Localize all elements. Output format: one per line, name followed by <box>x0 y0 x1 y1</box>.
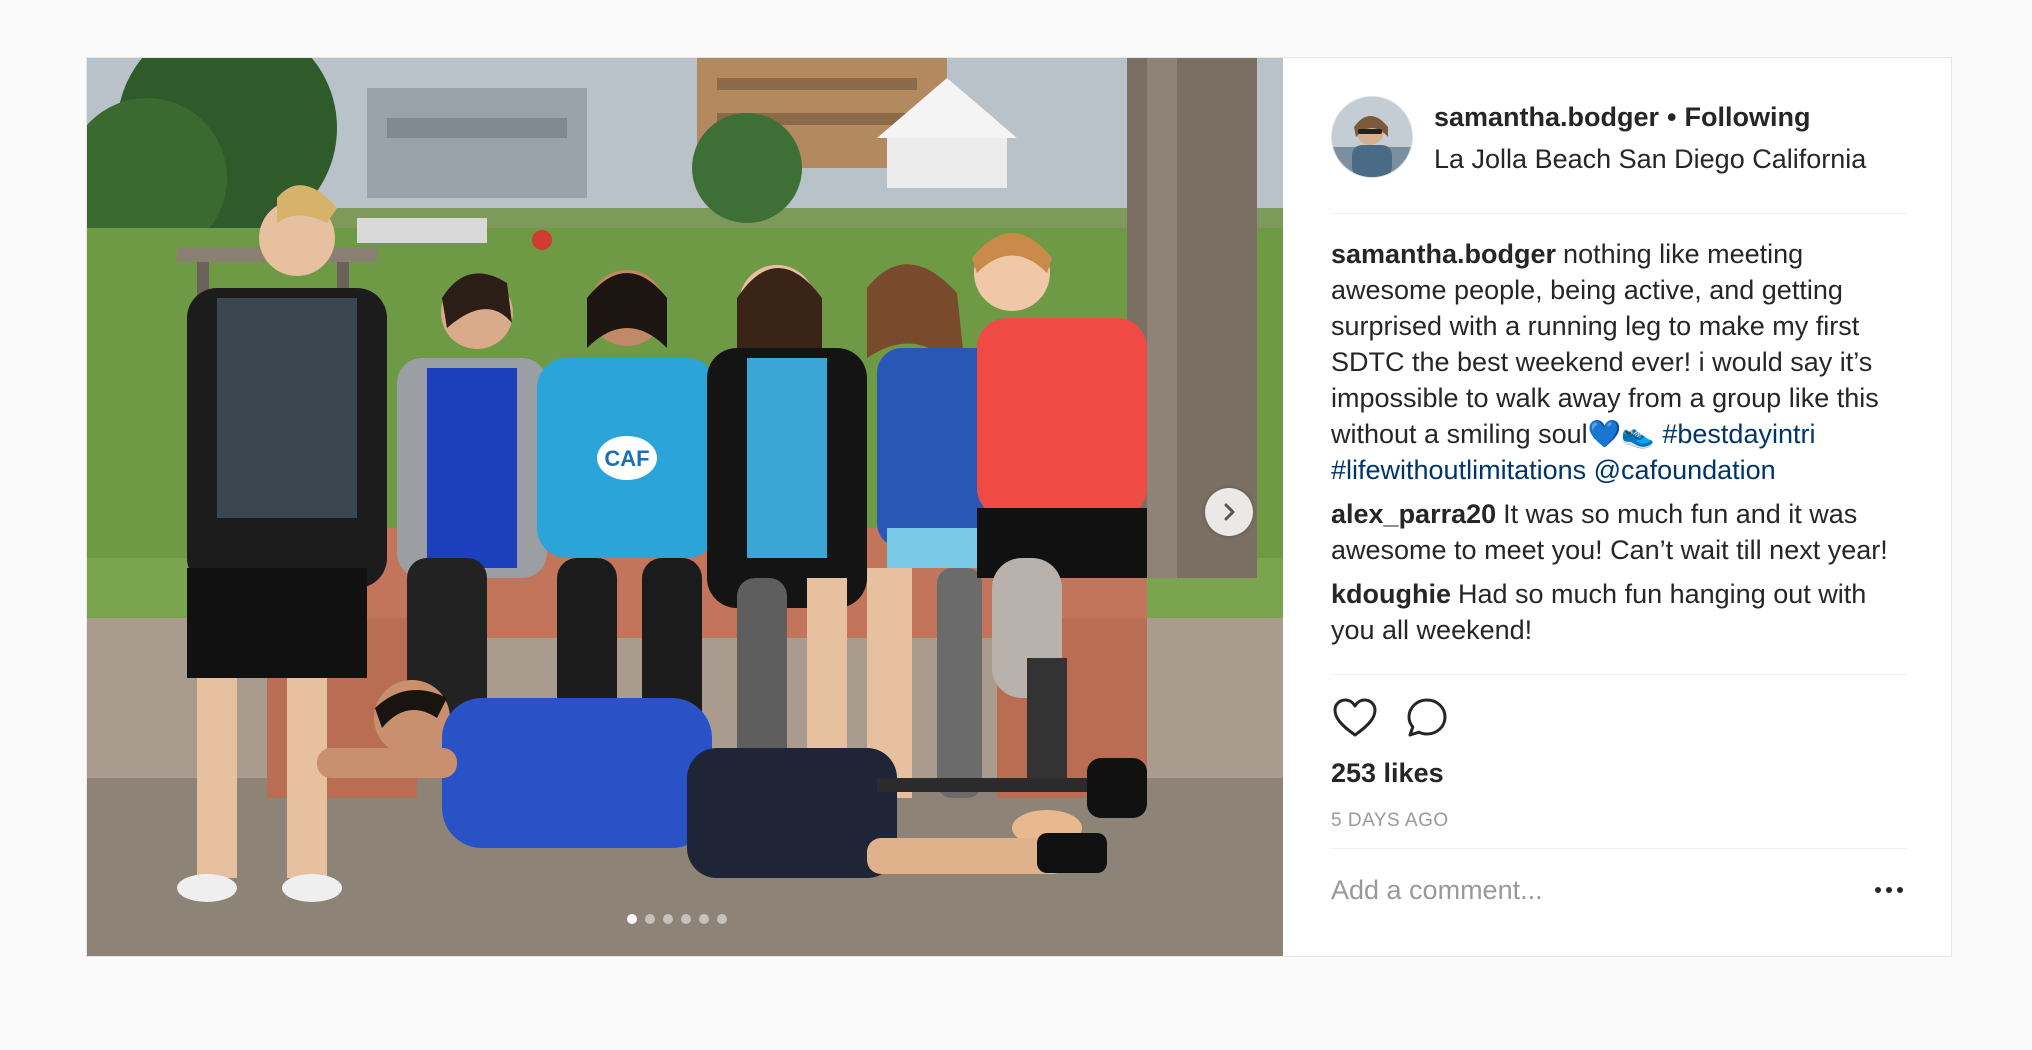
carousel-indicator <box>627 914 727 924</box>
carousel-dot <box>681 914 691 924</box>
ellipsis-dot <box>1886 887 1892 893</box>
avatar[interactable] <box>1331 96 1413 178</box>
comments-list[interactable]: samantha.bodger nothing like meeting awes… <box>1331 236 1907 674</box>
caption: samantha.bodger nothing like meeting awes… <box>1331 236 1907 488</box>
carousel-dot <box>717 914 727 924</box>
post-actions <box>1331 694 1451 746</box>
comments-divider <box>1331 674 1907 675</box>
hashtag-link[interactable]: #bestdayintri <box>1662 419 1815 449</box>
group-photo-illustration: CAF <box>87 58 1283 956</box>
likes-count[interactable]: 253 likes <box>1331 758 1444 789</box>
comment: kdoughie Had so much fun hanging out with… <box>1331 576 1907 648</box>
comment-text: nothing like meeting awesome people, bei… <box>1331 239 1879 449</box>
ellipsis-dot <box>1897 887 1903 893</box>
location-link[interactable]: La Jolla Beach San Diego California <box>1434 144 1866 175</box>
post-header: samantha.bodger • Following La Jolla Beach… <box>1331 96 1907 184</box>
speech-bubble-icon[interactable] <box>1403 694 1451 742</box>
chevron-right-icon <box>1224 503 1235 521</box>
add-comment-input[interactable] <box>1331 870 1781 910</box>
caf-logo-text: CAF <box>604 446 649 471</box>
next-photo-button[interactable] <box>1205 488 1253 536</box>
comment-author-link[interactable]: alex_parra20 <box>1331 499 1496 529</box>
carousel-dot <box>645 914 655 924</box>
separator-dot: • <box>1667 102 1677 132</box>
following-button[interactable]: Following <box>1685 102 1811 132</box>
post-timestamp[interactable]: 5 DAYS AGO <box>1331 810 1449 832</box>
comment: alex_parra20 It was so much fun and it wa… <box>1331 496 1907 568</box>
username-link[interactable]: samantha.bodger <box>1434 102 1659 132</box>
carousel-dot-active <box>627 914 637 924</box>
comment-box-divider <box>1331 848 1907 849</box>
post-side-panel: samantha.bodger • Following La Jolla Beach… <box>1283 58 1951 956</box>
instagram-post: CAF samantha.bodger • Following La Jolla… <box>86 57 1952 957</box>
header-divider <box>1331 213 1907 214</box>
avatar-image <box>1332 97 1412 177</box>
header-username-row: samantha.bodger • Following <box>1434 102 1810 133</box>
ellipsis-icon[interactable] <box>1869 874 1909 906</box>
hashtag-link[interactable]: #lifewithoutlimitations <box>1331 455 1586 485</box>
comment-author-link[interactable]: kdoughie <box>1331 579 1451 609</box>
carousel-dot <box>663 914 673 924</box>
carousel-dot <box>699 914 709 924</box>
comment-author-link[interactable]: samantha.bodger <box>1331 239 1556 269</box>
heart-outline-icon[interactable] <box>1331 694 1379 742</box>
mention-link[interactable]: @cafoundation <box>1594 455 1776 485</box>
post-photo[interactable]: CAF <box>87 58 1283 956</box>
ellipsis-dot <box>1875 887 1881 893</box>
